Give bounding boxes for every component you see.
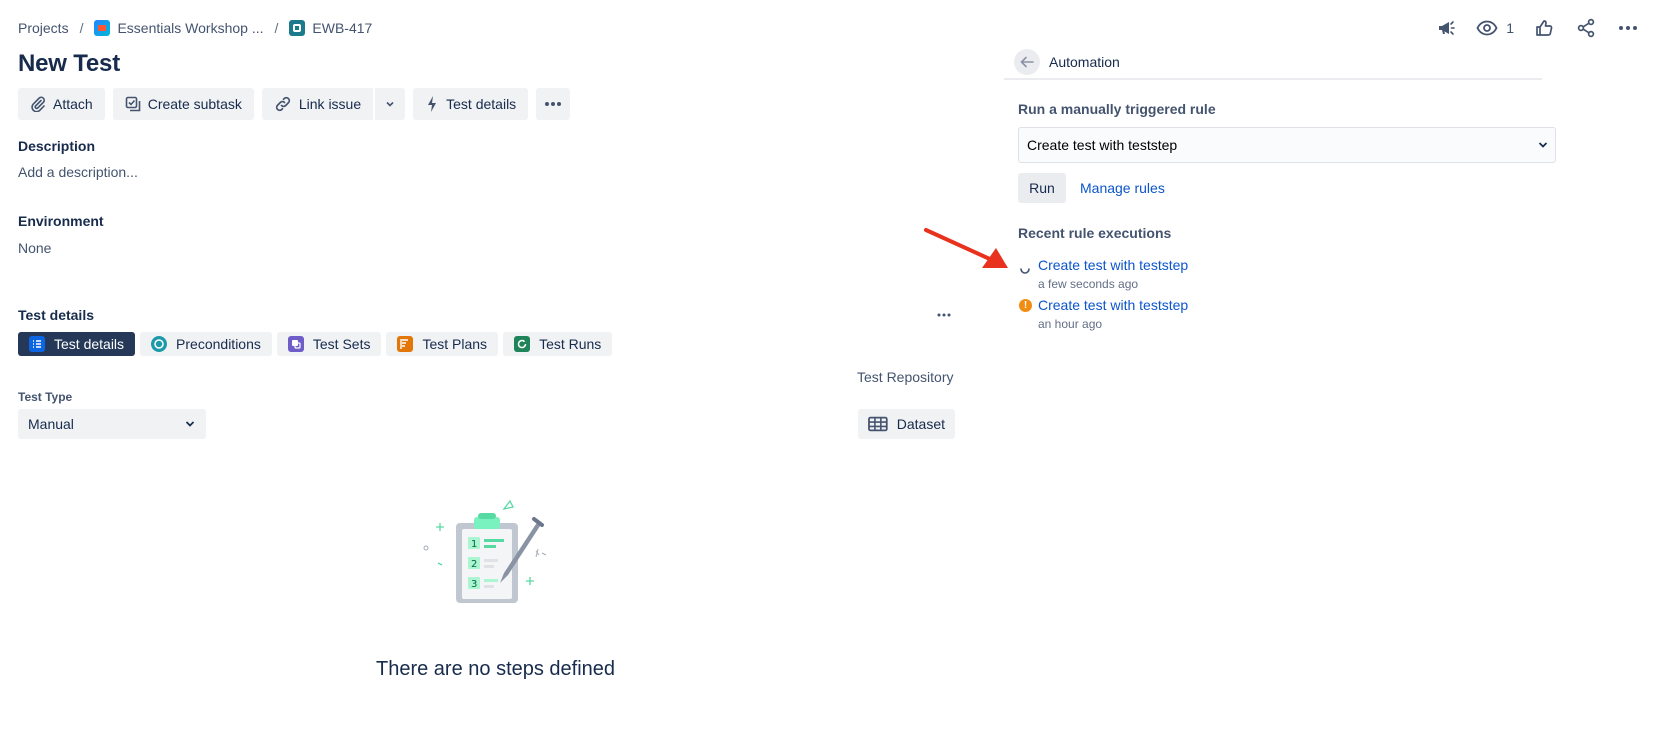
test-details-more-icon[interactable] [936,305,952,328]
breadcrumb-separator: / [79,20,84,36]
recent-executions-label: Recent rule executions [1018,225,1172,241]
annotation-arrow-icon [920,224,1012,275]
rule-select[interactable]: Create test with teststep [1018,127,1556,163]
tab-label: Test details [54,336,125,352]
environment-label: Environment [18,213,104,229]
arrow-left-icon [1020,56,1034,68]
share-icon[interactable] [1574,14,1598,42]
tab-label: Preconditions [176,336,261,352]
empty-steps-message: There are no steps defined [376,658,616,680]
back-button[interactable] [1014,49,1040,75]
tab-label: Test Plans [422,336,488,352]
tab-test-sets[interactable]: Test Sets [276,332,382,356]
test-details-heading: Test details [18,307,94,323]
link-icon [275,96,290,112]
svg-text:2: 2 [471,559,477,570]
breadcrumb-projects[interactable]: Projects [18,20,69,36]
attach-label: Attach [53,96,93,112]
execution-time: an hour ago [1038,317,1103,331]
clipboard-illustration-icon: 1 2 3 [420,495,552,610]
breadcrumb-separator: / [274,20,279,36]
automation-header: Automation [1004,46,1542,80]
list-icon [29,336,45,352]
test-issue-icon [289,20,306,36]
paperclip-icon [31,96,45,112]
spinner-icon [1019,262,1031,278]
table-icon [868,416,888,432]
attach-button[interactable]: Attach [18,88,105,120]
tab-test-details[interactable]: Test details [18,332,136,356]
test-details-label: Test details [446,96,517,112]
test-type-value: Manual [28,416,74,432]
svg-text:1: 1 [471,539,477,550]
description-label: Description [18,138,96,154]
link-issue-split: Link issue [261,88,406,120]
warning-icon: ! [1019,299,1032,312]
breadcrumb-project-label: Essentials Workshop ... [117,20,264,36]
create-subtask-button[interactable]: Create subtask [112,88,254,120]
breadcrumb-project[interactable]: Essentials Workshop ... [94,20,264,36]
tab-preconditions[interactable]: Preconditions [140,332,272,356]
link-issue-label: Link issue [298,96,362,112]
issue-actions: 1 [1434,14,1640,42]
run-rule-label: Run a manually triggered rule [1018,101,1216,117]
chevron-down-icon [386,101,394,107]
environment-value[interactable]: None [18,240,51,256]
tab-test-runs[interactable]: Test Runs [503,332,613,356]
breadcrumb: Projects / Essentials Workshop ... / EWB… [18,18,372,38]
execution-link[interactable]: Create test with teststep [1038,257,1188,273]
breadcrumb-issue-key: EWB-417 [312,20,373,36]
chevron-down-icon [185,421,195,427]
issue-title[interactable]: New Test [18,50,120,78]
link-issue-button[interactable]: Link issue [261,88,374,120]
create-subtask-label: Create subtask [147,96,242,112]
issue-toolbar: Attach Create subtask Link issue Test de… [18,88,571,120]
breadcrumb-issue[interactable]: EWB-417 [289,20,372,36]
execution-time: a few seconds ago [1038,277,1139,291]
link-issue-dropdown[interactable] [375,88,406,120]
test-plan-icon [397,336,414,352]
manage-rules-link[interactable]: Manage rules [1080,180,1165,196]
test-run-icon [514,336,531,352]
eye-icon [1476,20,1498,36]
dataset-button[interactable]: Dataset [858,409,955,439]
subtask-icon [125,96,141,112]
rule-select-value: Create test with teststep [1027,137,1178,153]
more-actions-icon[interactable] [1616,14,1640,42]
execution-item: Create test with teststep a few seconds … [1038,257,1188,291]
tab-label: Test Sets [312,336,371,352]
tab-test-plans[interactable]: Test Plans [386,332,499,356]
announcement-icon[interactable] [1434,14,1458,42]
dataset-label: Dataset [896,416,945,432]
project-icon [94,20,111,36]
like-icon[interactable] [1532,14,1556,42]
lightning-icon [428,96,437,112]
watch-button[interactable]: 1 [1476,14,1514,42]
toolbar-more-button[interactable] [536,88,571,120]
watch-count: 1 [1506,20,1514,36]
execution-item: Create test with teststep an hour ago [1038,297,1188,331]
test-type-select[interactable]: Manual [18,409,206,439]
execution-link[interactable]: Create test with teststep [1038,297,1188,313]
more-icon [545,102,562,106]
run-button[interactable]: Run [1018,173,1066,203]
description-field[interactable]: Add a description... [18,164,138,180]
chevron-down-icon [1538,142,1548,148]
svg-text:3: 3 [471,579,477,590]
tab-label: Test Runs [539,336,602,352]
test-details-button[interactable]: Test details [413,88,529,120]
automation-title: Automation [1049,54,1120,70]
test-details-tabs: Test details Preconditions Test Sets Tes… [18,332,613,356]
test-repository-link[interactable]: Test Repository [857,369,953,385]
test-type-label: Test Type [18,390,73,404]
precondition-icon [151,336,168,352]
test-set-icon [287,336,304,352]
